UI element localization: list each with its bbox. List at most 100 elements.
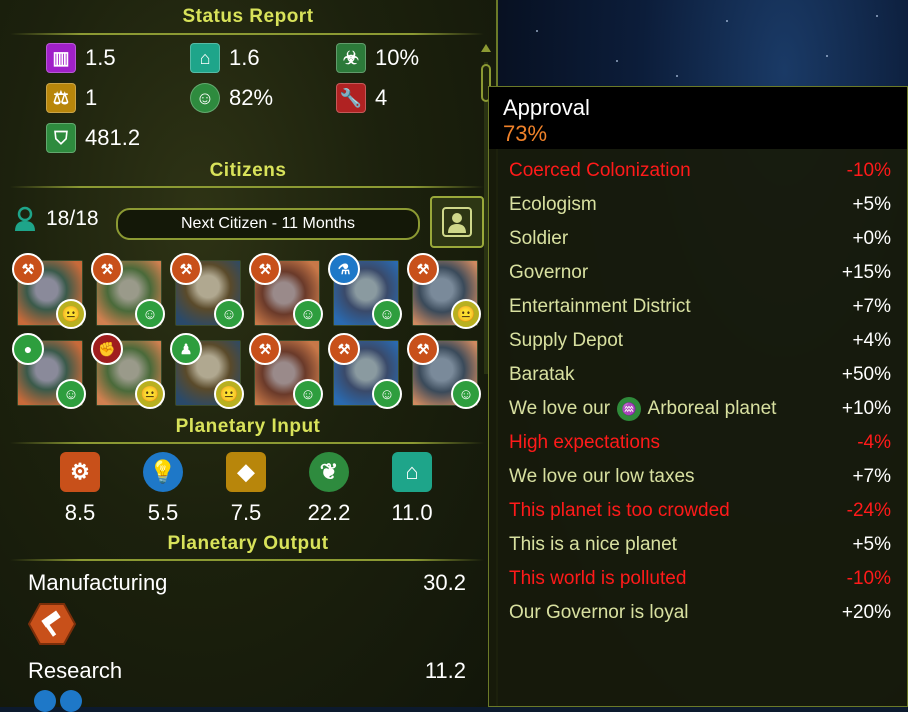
modifier-label: Our Governor is loyal [509, 602, 689, 623]
neutral-face-icon: 😐 [56, 299, 86, 329]
manufacturing-hammer-icon [28, 603, 76, 645]
stat-justice[interactable]: ⚖ 1 [46, 83, 97, 113]
citizen-portrait[interactable]: ⚒ 😐 [407, 253, 481, 329]
approval-modifier-row: This world is polluted -10% [509, 564, 891, 594]
approval-modifier-row: This is a nice planet +5% [509, 530, 891, 560]
citizen-management-button[interactable] [430, 196, 484, 248]
hammer-icon: ⚒ [170, 253, 202, 285]
citizen-portrait[interactable]: ⚒ ☺ [249, 253, 323, 329]
input-value: 8.5 [64, 500, 96, 525]
output-research-value: 11.2 [424, 658, 466, 683]
person-icon [15, 206, 35, 231]
citizen-portrait[interactable]: ♟ 😐 [170, 333, 244, 409]
modifier-label: Soldier [509, 228, 569, 249]
stat-value: 10% [375, 45, 420, 70]
stat-happiness[interactable]: ☺ 82% [190, 83, 273, 113]
approval-modifier-row: High expectations -4% [509, 428, 891, 458]
divider [10, 442, 484, 444]
citizen-portrait[interactable]: ⚒ ☺ [91, 253, 165, 329]
happiness-face-icon: ☺ [190, 83, 220, 113]
scroll-up-icon[interactable] [481, 44, 491, 52]
citizen-portrait[interactable]: ⚒ 😐 [12, 253, 86, 329]
stat-maintenance[interactable]: 🔧 4 [336, 83, 387, 113]
dust-gem-icon: ◆ [226, 452, 266, 492]
divider [10, 186, 484, 188]
hammer-icon: ⚒ [249, 253, 281, 285]
stat-value: 1.6 [229, 45, 260, 70]
modifier-amount: +5% [852, 534, 891, 555]
modifier-amount: -10% [846, 160, 891, 181]
modifier-amount: +7% [852, 466, 891, 487]
next-citizen-progress: Next Citizen - 11 Months [116, 208, 420, 240]
approval-modifier-row: Governor +15% [509, 258, 891, 288]
stat-value: 1 [85, 85, 98, 110]
happy-face-icon: ☺ [372, 379, 402, 409]
modifier-label-part: Arboreal planet [647, 398, 777, 420]
neutral-face-icon: 😐 [214, 379, 244, 409]
happy-face-icon: ☺ [372, 299, 402, 329]
approval-modifier-row: Soldier +0% [509, 224, 891, 254]
infrastructure-icon: ⌂ [392, 452, 432, 492]
stat-value: 481.2 [85, 125, 141, 150]
input-value: 11.0 [391, 500, 433, 525]
modifier-label: This planet is too crowded [509, 500, 730, 521]
citizen-portrait[interactable]: ⚒ ☺ [328, 333, 402, 409]
input-dust[interactable]: ◆ 7.5 [214, 452, 278, 526]
planet-info-panel: Status Report ▥ 1.5 ⌂ 1.6 ☣ 10% ⚖ 1 ☺ 82… [0, 0, 498, 712]
modifier-amount: -10% [846, 568, 891, 589]
output-research-label: Research [28, 658, 123, 683]
food-leaf-icon: ❦ [309, 452, 349, 492]
modifier-label: Supply Depot [509, 330, 624, 351]
hammer-icon: ⚒ [249, 333, 281, 365]
citizen-portrait[interactable]: ⚒ ☺ [249, 333, 323, 409]
divider [10, 33, 484, 35]
stat-infrastructure[interactable]: ⌂ 1.6 [190, 43, 260, 73]
input-food[interactable]: ❦ 22.2 [297, 452, 361, 526]
citizen-portrait[interactable]: ✊ 😐 [91, 333, 165, 409]
approval-modifier-row: Baratak +50% [509, 360, 891, 390]
neutral-face-icon: 😐 [451, 299, 481, 329]
neutral-face-icon: 😐 [135, 379, 165, 409]
modifier-amount: +7% [852, 296, 891, 317]
fist-icon: ✊ [91, 333, 123, 365]
hammer-icon: ⚒ [12, 253, 44, 285]
approval-modifier-row: This planet is too crowded -24% [509, 496, 891, 526]
stat-value: 82% [229, 85, 274, 110]
modifier-label: Ecologism [509, 194, 597, 215]
tooltip-header: Approval 73% [489, 87, 907, 149]
stat-pollution[interactable]: ☣ 10% [336, 43, 419, 73]
modifier-label: We love our low taxes [509, 466, 695, 487]
approval-modifier-row: Entertainment District +7% [509, 292, 891, 322]
infrastructure-icon: ⌂ [190, 43, 220, 73]
modifier-label: High expectations [509, 432, 661, 453]
citizen-portrait[interactable]: ⚗ ☺ [328, 253, 402, 329]
planetary-input-title: Planetary Input [175, 416, 321, 437]
science-bulb-icon: 💡 [143, 452, 183, 492]
input-industry[interactable]: ⚙ 8.5 [48, 452, 112, 526]
flask-icon: ⚗ [328, 253, 360, 285]
output-manufacturing-label: Manufacturing [28, 570, 168, 595]
input-science[interactable]: 💡 5.5 [131, 452, 195, 526]
citizen-portrait[interactable]: ⚒ ☺ [407, 333, 481, 409]
citizen-portrait[interactable]: ⚒ ☺ [170, 253, 244, 329]
approval-modifier-row: Coerced Colonization -10% [509, 156, 891, 186]
status-report-title: Status Report [182, 6, 314, 27]
approval-modifier-row: Ecologism +5% [509, 190, 891, 220]
stat-value: 4 [375, 85, 388, 110]
apple-icon: ● [12, 333, 44, 365]
output-manufacturing-value: 30.2 [423, 570, 466, 595]
happy-face-icon: ☺ [293, 379, 323, 409]
input-value: 22.2 [307, 500, 351, 525]
modifier-label: Coerced Colonization [509, 160, 691, 181]
stat-defense[interactable]: ⛉ 481.2 [46, 123, 140, 153]
divider [10, 559, 484, 561]
modifier-amount: -4% [857, 432, 891, 453]
input-infrastructure[interactable]: ⌂ 11.0 [380, 452, 444, 526]
stat-production[interactable]: ▥ 1.5 [46, 43, 116, 73]
citizen-portrait-icon [442, 207, 472, 237]
research-icons [34, 690, 82, 712]
production-pillar-icon: ▥ [46, 43, 76, 73]
maintenance-wrench-icon: 🔧 [336, 83, 366, 113]
citizen-portrait[interactable]: ● ☺ [12, 333, 86, 409]
modifier-label: Baratak [509, 364, 575, 385]
